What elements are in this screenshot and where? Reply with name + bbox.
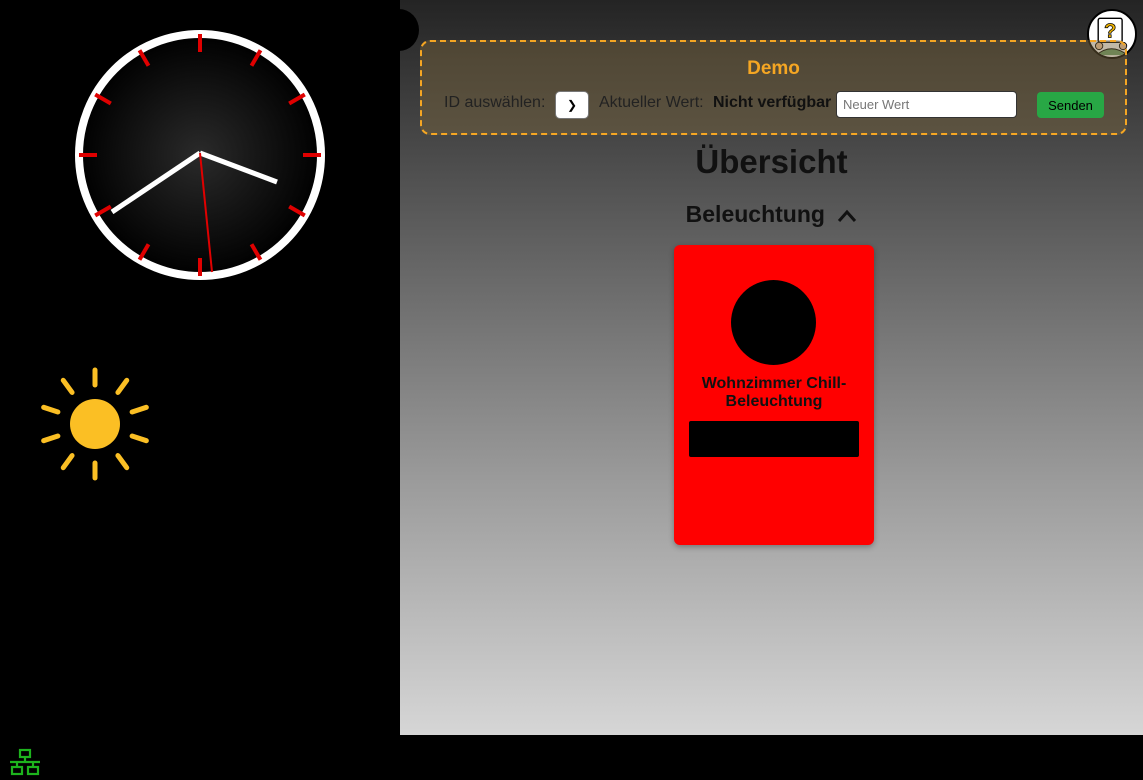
- sun-ray: [129, 433, 149, 444]
- current-value: Nicht verfügbar: [713, 94, 832, 111]
- light-name: Wohnzimmer Chill-Beleuchtung: [701, 375, 847, 410]
- light-toggle-button[interactable]: [689, 421, 859, 457]
- sun-ray: [60, 453, 75, 471]
- analog-clock: [75, 30, 325, 280]
- new-value-input[interactable]: [836, 91, 1017, 118]
- chevron-down-icon: ❯: [567, 98, 578, 112]
- chevron-up-icon: [838, 209, 857, 222]
- sun-ray: [115, 453, 130, 471]
- id-select-label: ID auswählen:: [444, 94, 546, 111]
- sidebar: [0, 0, 400, 735]
- sun-ray: [41, 404, 61, 415]
- sun-ray: [60, 377, 75, 395]
- sun-ray: [41, 433, 61, 444]
- light-card[interactable]: Wohnzimmer Chill-Beleuchtung: [674, 245, 874, 545]
- section-title: Beleuchtung: [685, 201, 825, 227]
- id-select[interactable]: ❯: [555, 91, 589, 119]
- demo-panel: Demo ID auswählen: ❯ Aktueller Wert: Nic…: [420, 40, 1127, 135]
- demo-controls: ID auswählen: ❯ Aktueller Wert: Nicht ve…: [422, 91, 1125, 119]
- section-header-beleuchtung[interactable]: Beleuchtung: [400, 201, 1143, 228]
- demo-title: Demo: [747, 58, 800, 79]
- current-value-label: Aktueller Wert:: [599, 94, 704, 111]
- sun-icon: [41, 367, 149, 481]
- sun-ray: [115, 377, 130, 395]
- send-button[interactable]: Senden: [1037, 92, 1104, 118]
- lamp-icon: [731, 280, 816, 365]
- sun-ray: [129, 404, 149, 415]
- page-title: Übersicht: [695, 143, 848, 180]
- network-icon: [10, 748, 40, 776]
- sidebar-toggle[interactable]: [379, 9, 419, 51]
